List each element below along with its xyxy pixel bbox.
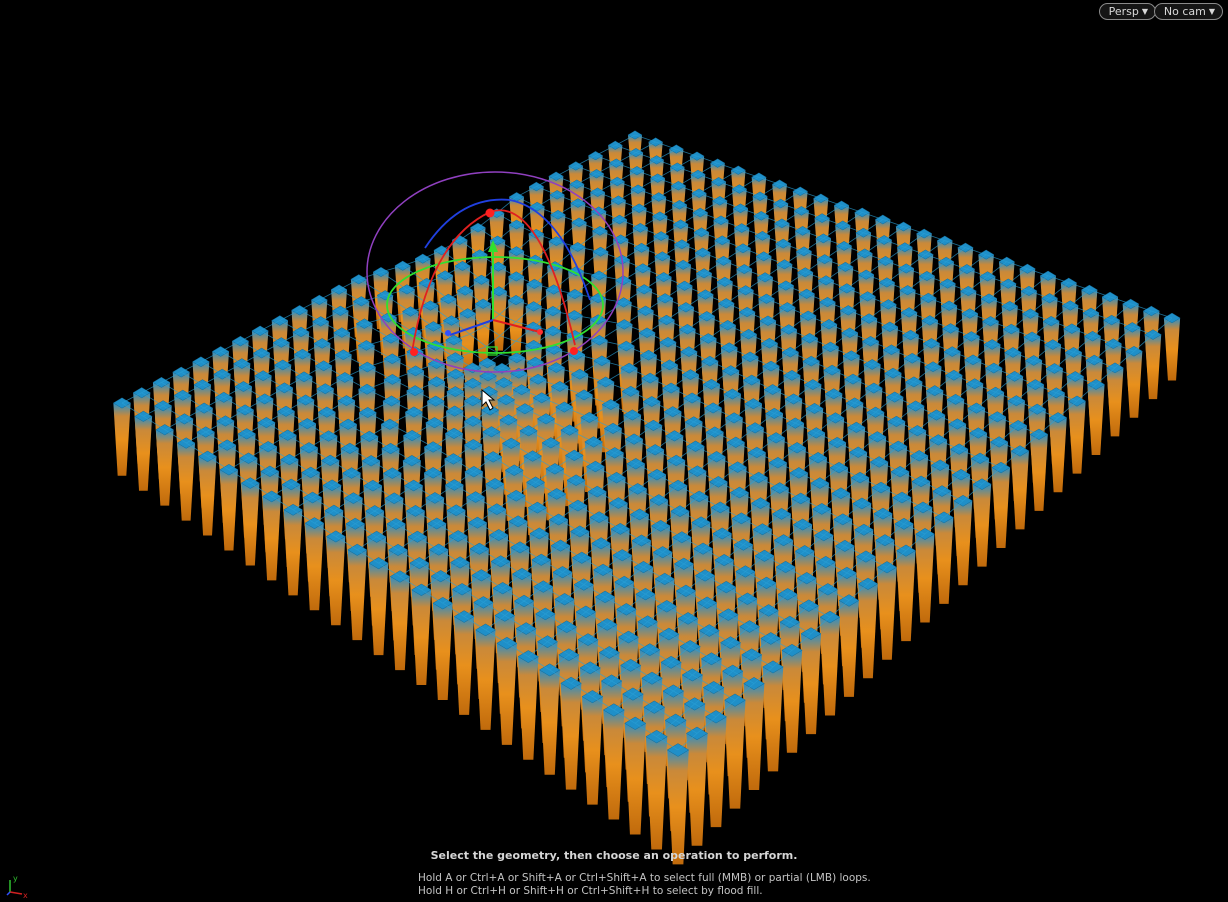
- geometry-column[interactable]: [838, 594, 860, 697]
- geometry-column[interactable]: [800, 627, 822, 735]
- geometry-column[interactable]: [876, 561, 898, 660]
- geometry-column[interactable]: [915, 528, 935, 623]
- geometry-column[interactable]: [262, 490, 282, 581]
- handle-point[interactable]: [410, 348, 418, 356]
- geometry-column[interactable]: [724, 693, 746, 809]
- geometry-column[interactable]: [453, 610, 475, 715]
- geometry-column[interactable]: [857, 577, 879, 679]
- geometry-column[interactable]: [475, 623, 497, 730]
- geometry-column[interactable]: [176, 437, 196, 521]
- geometry-column[interactable]: [602, 703, 625, 820]
- 3d-viewport[interactable]: [0, 0, 1228, 902]
- geometry-column[interactable]: [219, 464, 239, 551]
- geometry-column[interactable]: [953, 494, 973, 586]
- geometry-column[interactable]: [581, 690, 604, 805]
- camera-view-dropdown[interactable]: Persp ▼: [1098, 3, 1156, 20]
- geometry-column[interactable]: [517, 650, 539, 760]
- geometry-column[interactable]: [134, 410, 153, 491]
- handle-point[interactable]: [570, 347, 578, 355]
- handle-point[interactable]: [537, 329, 543, 335]
- axis-y-label: y: [13, 874, 18, 883]
- geometry-column[interactable]: [895, 544, 917, 642]
- handle-point[interactable]: [485, 208, 495, 218]
- geometry-column[interactable]: [411, 583, 432, 686]
- geometry-column[interactable]: [1010, 445, 1030, 530]
- geometry-column[interactable]: [972, 478, 992, 567]
- geometry-column[interactable]: [624, 716, 647, 835]
- geometry-column[interactable]: [198, 450, 217, 536]
- geometry-column[interactable]: [155, 424, 175, 506]
- geometry-column[interactable]: [432, 596, 454, 700]
- loop-select-hint: Hold A or Ctrl+A or Shift+A or Ctrl+Shif…: [418, 872, 871, 884]
- geometry-column[interactable]: [645, 729, 668, 850]
- caret-down-icon: ▼: [1208, 7, 1215, 16]
- camera-select-label: No cam: [1163, 5, 1206, 18]
- geometry-column[interactable]: [496, 636, 518, 745]
- geometry-column[interactable]: [1067, 395, 1087, 474]
- geometry-column[interactable]: [1106, 362, 1124, 437]
- geometry-column[interactable]: [325, 530, 346, 626]
- operation-hint-title: Select the geometry, then choose an oper…: [430, 849, 798, 862]
- geometry-column[interactable]: [1048, 412, 1068, 493]
- geometry-column[interactable]: [666, 743, 690, 865]
- geometry-grid[interactable]: [112, 130, 1181, 865]
- camera-view-label: Persp: [1108, 5, 1139, 18]
- geometry-column[interactable]: [781, 643, 803, 753]
- geometry-column[interactable]: [819, 610, 841, 716]
- geometry-column[interactable]: [1029, 428, 1049, 511]
- geometry-column[interactable]: [685, 726, 709, 846]
- geometry-column[interactable]: [283, 503, 303, 596]
- geometry-column[interactable]: [934, 511, 954, 604]
- geometry-column[interactable]: [762, 660, 784, 772]
- geometry-column[interactable]: [112, 397, 132, 476]
- handle-point[interactable]: [445, 330, 451, 336]
- geometry-column[interactable]: [389, 570, 411, 671]
- geometry-column[interactable]: [347, 543, 368, 641]
- geometry-column[interactable]: [368, 557, 389, 656]
- geometry-column[interactable]: [240, 477, 260, 566]
- geometry-column[interactable]: [1125, 345, 1143, 418]
- geometry-column[interactable]: [991, 461, 1011, 549]
- geometry-column[interactable]: [704, 710, 728, 828]
- geometry-column[interactable]: [560, 676, 582, 790]
- geometry-column[interactable]: [1086, 379, 1106, 455]
- flood-fill-hint: Hold H or Ctrl+H or Shift+H or Ctrl+Shif…: [418, 885, 763, 897]
- geometry-column[interactable]: [304, 517, 325, 611]
- camera-select-dropdown[interactable]: No cam ▼: [1153, 3, 1223, 20]
- geometry-column[interactable]: [743, 677, 765, 790]
- axis-gizmo-icon: y x: [6, 874, 28, 898]
- caret-down-icon: ▼: [1141, 7, 1148, 16]
- geometry-column[interactable]: [538, 663, 561, 775]
- axis-x-label: x: [23, 891, 28, 898]
